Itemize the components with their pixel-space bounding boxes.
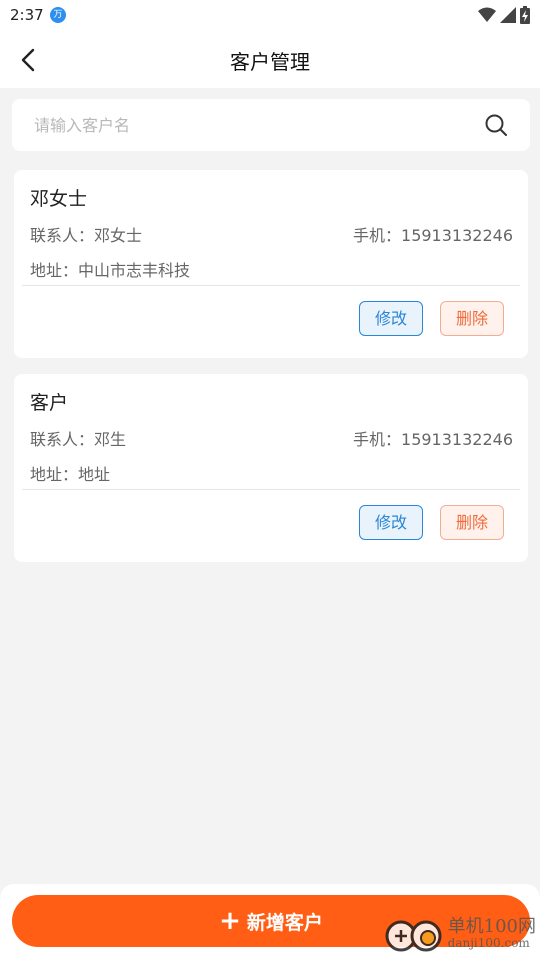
watermark-subtext: danji100.com — [447, 936, 530, 950]
watermark-logo-icon — [385, 920, 442, 952]
customer-phone: 手机：15913132246 — [353, 430, 513, 449]
customer-card: 客户 联系人：邓生 手机：15913132246 地址：地址 修改 删除 — [14, 374, 528, 562]
battery-icon — [520, 6, 530, 24]
search-input[interactable] — [32, 109, 476, 141]
watermark: 单机100网 danji100.com — [384, 918, 536, 952]
customer-address: 地址：中山市志丰科技 — [30, 261, 191, 280]
customer-name: 邓女士 — [30, 188, 88, 210]
system-icons — [478, 6, 530, 24]
add-customer-label: 新增客户 — [246, 911, 323, 934]
search-icon[interactable] — [484, 113, 508, 137]
delete-button[interactable]: 删除 — [440, 301, 504, 336]
page-title: 客户管理 — [230, 50, 310, 74]
signal-icon — [500, 7, 516, 23]
customer-name: 客户 — [30, 392, 69, 414]
watermark-text: 单机100网 — [447, 916, 536, 937]
card-divider — [22, 489, 520, 490]
customer-card: 邓女士 联系人：邓女士 手机：15913132246 地址：中山市志丰科技 修改… — [14, 170, 528, 358]
edit-button[interactable]: 修改 — [359, 301, 423, 336]
edit-button[interactable]: 修改 — [359, 505, 423, 540]
status-bar: 2:37 万 — [0, 0, 540, 32]
customer-contact: 联系人：邓女士 — [30, 226, 143, 245]
customer-phone: 手机：15913132246 — [353, 226, 513, 245]
status-time: 2:37 — [10, 6, 44, 24]
search-bar — [12, 99, 530, 151]
customer-address: 地址：地址 — [30, 465, 111, 484]
card-divider — [22, 285, 520, 286]
top-bar: 客户管理 — [0, 32, 540, 88]
delete-button[interactable]: 删除 — [440, 505, 504, 540]
wifi-icon — [478, 7, 496, 22]
customer-contact: 联系人：邓生 — [30, 430, 127, 449]
app-notification-icon: 万 — [50, 7, 66, 23]
plus-icon: + — [219, 906, 241, 936]
